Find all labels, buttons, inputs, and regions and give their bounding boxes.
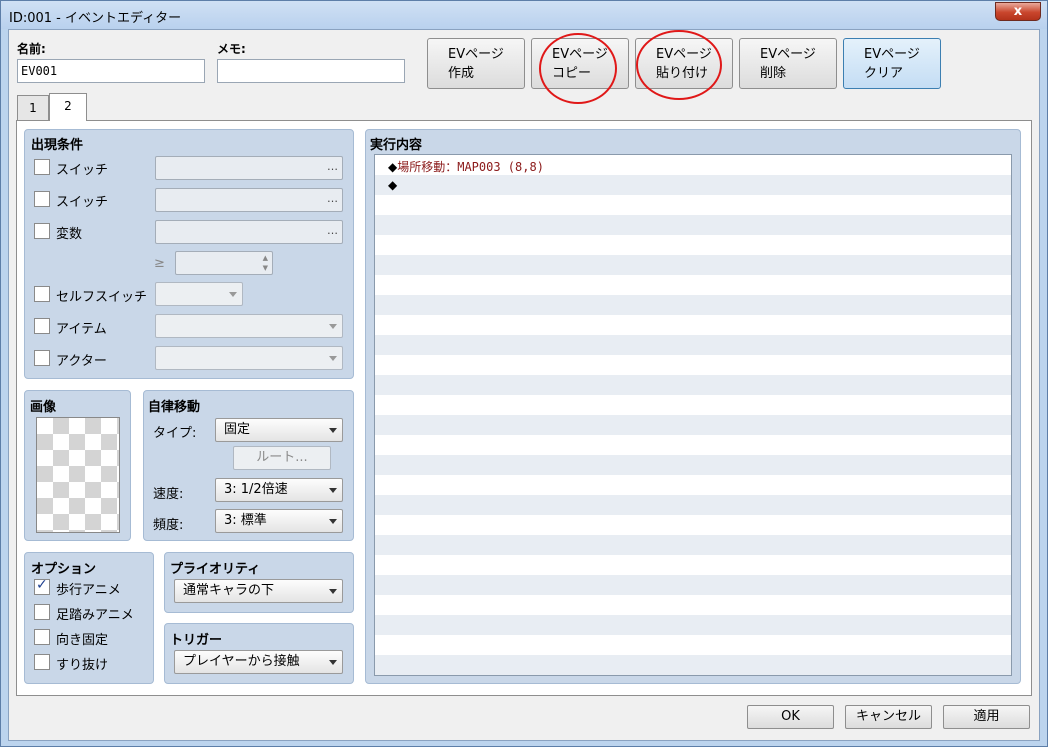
walking-anim-checkbox[interactable]: ✓ bbox=[34, 577, 50, 595]
item-select[interactable] bbox=[155, 314, 343, 338]
actor-select[interactable] bbox=[155, 346, 343, 370]
command-row[interactable]: ◆場所移動：MAP003 (8,8) bbox=[388, 158, 544, 175]
chevron-down-icon bbox=[229, 292, 237, 297]
name-label: 名前: bbox=[17, 42, 46, 56]
image-title: 画像 bbox=[30, 400, 57, 415]
command-text: 場所移動：MAP003 (8,8) bbox=[397, 160, 544, 174]
conditions-title: 出現条件 bbox=[31, 138, 84, 153]
chevron-down-icon bbox=[329, 519, 337, 524]
trigger-title: トリガー bbox=[170, 633, 223, 648]
priority-select[interactable]: 通常キャラの下 bbox=[174, 579, 343, 603]
direction-fix-label: 向き固定 bbox=[56, 633, 109, 648]
contents-title: 実行内容 bbox=[370, 138, 423, 153]
chevron-down-icon bbox=[329, 488, 337, 493]
frequency-select[interactable]: 3: 標準 bbox=[215, 509, 343, 533]
stepping-anim-label: 足踏みアニメ bbox=[56, 608, 134, 623]
chevron-down-icon bbox=[329, 428, 337, 433]
command-bullet-icon: ◆ bbox=[388, 160, 398, 174]
move-type-label: タイプ: bbox=[153, 426, 197, 441]
variable-label: 変数 bbox=[56, 227, 83, 242]
switch2-label: スイッチ bbox=[56, 195, 109, 210]
direction-fix-checkbox[interactable] bbox=[34, 629, 50, 645]
chevron-down-icon bbox=[329, 660, 337, 665]
tab-page-2[interactable]: 2 bbox=[49, 93, 87, 121]
trigger-select[interactable]: プレイヤーから接触 bbox=[174, 650, 343, 674]
options-title: オプション bbox=[31, 562, 97, 577]
annotation-circle-copy bbox=[539, 33, 617, 104]
item-label: アイテム bbox=[56, 322, 107, 337]
item-checkbox[interactable] bbox=[34, 318, 50, 334]
ev-page-new-line1: EVページ bbox=[448, 47, 504, 62]
switch1-field[interactable]: … bbox=[155, 156, 343, 180]
self-switch-checkbox[interactable] bbox=[34, 286, 50, 302]
through-label: すり抜け bbox=[56, 658, 109, 673]
command-list[interactable]: ◆場所移動：MAP003 (8,8) ◆ bbox=[374, 154, 1012, 676]
trigger-value: プレイヤーから接触 bbox=[183, 654, 300, 669]
speed-select[interactable]: 3: 1/2倍速 bbox=[215, 478, 343, 502]
cancel-button[interactable]: キャンセル bbox=[845, 705, 932, 729]
move-type-value: 固定 bbox=[224, 422, 251, 437]
ok-button[interactable]: OK bbox=[747, 705, 834, 729]
chevron-down-icon bbox=[329, 324, 337, 329]
self-switch-select[interactable] bbox=[155, 282, 243, 306]
frequency-value: 3: 標準 bbox=[224, 513, 267, 528]
frequency-label: 頻度: bbox=[153, 518, 184, 533]
variable-value-spinner[interactable]: ▲ ▼ bbox=[175, 251, 273, 275]
window-title: ID:001 - イベントエディター bbox=[9, 11, 182, 26]
switch2-field[interactable]: … bbox=[155, 188, 343, 212]
switch1-label: スイッチ bbox=[56, 163, 109, 178]
route-button[interactable]: ルート... bbox=[233, 446, 331, 470]
variable-field[interactable]: … bbox=[155, 220, 343, 244]
spinner-up-icon[interactable]: ▲ bbox=[263, 254, 268, 262]
move-type-select[interactable]: 固定 bbox=[215, 418, 343, 442]
memo-label: メモ: bbox=[217, 42, 246, 56]
autonomous-title: 自律移動 bbox=[148, 400, 201, 415]
ge-symbol: ≥ bbox=[154, 256, 165, 271]
switch1-checkbox[interactable] bbox=[34, 159, 50, 175]
switch2-checkbox[interactable] bbox=[34, 191, 50, 207]
checkmark-icon: ✓ bbox=[36, 577, 48, 593]
image-preview[interactable] bbox=[36, 417, 120, 533]
switch2-browse-icon[interactable]: … bbox=[327, 192, 338, 205]
spinner-down-icon[interactable]: ▼ bbox=[263, 264, 268, 272]
self-switch-label: セルフスイッチ bbox=[56, 290, 148, 305]
chevron-down-icon bbox=[329, 589, 337, 594]
ev-page-delete-button[interactable]: EVページ 削除 bbox=[739, 38, 837, 89]
walking-anim-label: 歩行アニメ bbox=[56, 583, 121, 598]
apply-button[interactable]: 適用 bbox=[943, 705, 1030, 729]
title-bar[interactable]: ID:001 - イベントエディター x bbox=[1, 1, 1047, 29]
speed-label: 速度: bbox=[153, 487, 184, 502]
through-checkbox[interactable] bbox=[34, 654, 50, 670]
ev-page-delete-line1: EVページ bbox=[760, 47, 816, 62]
name-input[interactable]: EV001 bbox=[17, 59, 205, 83]
memo-input[interactable] bbox=[217, 59, 405, 83]
annotation-circle-paste bbox=[636, 30, 722, 100]
command-bullet-icon: ◆ bbox=[388, 178, 398, 192]
speed-value: 3: 1/2倍速 bbox=[224, 482, 288, 497]
ev-page-new-button[interactable]: EVページ 作成 bbox=[427, 38, 525, 89]
actor-label: アクター bbox=[56, 354, 107, 369]
ev-page-clear-button[interactable]: EVページ クリア bbox=[843, 38, 941, 89]
stepping-anim-checkbox[interactable] bbox=[34, 604, 50, 620]
tab-page-1[interactable]: 1 bbox=[17, 95, 49, 121]
chevron-down-icon bbox=[329, 356, 337, 361]
switch1-browse-icon[interactable]: … bbox=[327, 160, 338, 173]
actor-checkbox[interactable] bbox=[34, 350, 50, 366]
priority-title: プライオリティ bbox=[170, 562, 261, 577]
ev-page-delete-line2: 削除 bbox=[760, 66, 787, 81]
command-row[interactable]: ◆ bbox=[388, 178, 397, 192]
variable-browse-icon[interactable]: … bbox=[327, 224, 338, 237]
ev-page-clear-line2: クリア bbox=[864, 66, 904, 81]
variable-checkbox[interactable] bbox=[34, 223, 50, 239]
close-button[interactable]: x bbox=[995, 2, 1041, 21]
priority-value: 通常キャラの下 bbox=[183, 583, 275, 598]
ev-page-new-line2: 作成 bbox=[448, 66, 475, 81]
ev-page-clear-line1: EVページ bbox=[864, 47, 920, 62]
